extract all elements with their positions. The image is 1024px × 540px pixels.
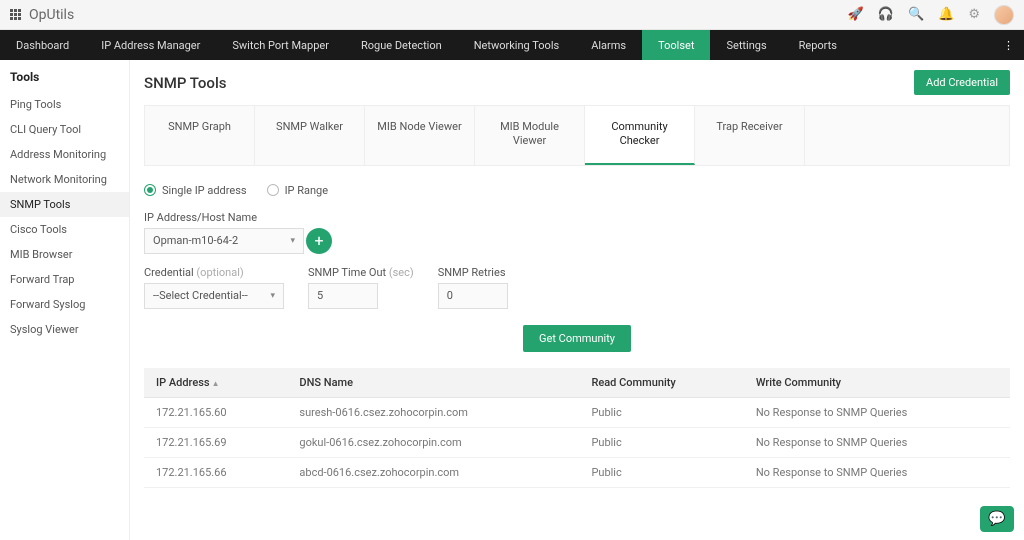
get-community-button[interactable]: Get Community bbox=[523, 325, 631, 352]
page-title: SNMP Tools bbox=[144, 74, 226, 92]
cell-ip: 172.21.165.69 bbox=[144, 427, 287, 457]
nav-item-toolset[interactable]: Toolset bbox=[642, 30, 710, 60]
nav-item-networking-tools[interactable]: Networking Tools bbox=[458, 30, 576, 60]
cell-dns: gokul-0616.csez.zohocorpin.com bbox=[287, 427, 579, 457]
ip-address-value: Opman-m10-64-2 bbox=[153, 234, 238, 247]
search-icon[interactable]: 🔍 bbox=[908, 7, 924, 22]
gear-icon[interactable]: ⚙ bbox=[968, 7, 980, 22]
sidebar-item-forward-syslog[interactable]: Forward Syslog bbox=[0, 292, 129, 317]
table-row[interactable]: 172.21.165.60suresh-0616.csez.zohocorpin… bbox=[144, 397, 1010, 427]
navbar: DashboardIP Address ManagerSwitch Port M… bbox=[0, 30, 1024, 60]
table-row[interactable]: 172.21.165.66abcd-0616.csez.zohocorpin.c… bbox=[144, 457, 1010, 487]
credential-label: Credential (optional) bbox=[144, 266, 284, 279]
chat-icon[interactable]: 💬 bbox=[980, 506, 1014, 532]
timeout-label: SNMP Time Out (sec) bbox=[308, 266, 414, 279]
retries-label: SNMP Retries bbox=[438, 266, 508, 279]
timeout-input[interactable]: 5 bbox=[308, 283, 378, 309]
nav-item-alarms[interactable]: Alarms bbox=[575, 30, 642, 60]
sidebar-item-address-monitoring[interactable]: Address Monitoring bbox=[0, 142, 129, 167]
nav-item-dashboard[interactable]: Dashboard bbox=[0, 30, 85, 60]
sidebar-item-ping-tools[interactable]: Ping Tools bbox=[0, 92, 129, 117]
bell-icon[interactable]: 🔔 bbox=[938, 7, 954, 22]
sidebar-item-syslog-viewer[interactable]: Syslog Viewer bbox=[0, 317, 129, 342]
table-row[interactable]: 172.21.165.69gokul-0616.csez.zohocorpin.… bbox=[144, 427, 1010, 457]
tab-snmp-graph[interactable]: SNMP Graph bbox=[145, 106, 255, 165]
cell-ip: 172.21.165.60 bbox=[144, 397, 287, 427]
sidebar-item-cisco-tools[interactable]: Cisco Tools bbox=[0, 217, 129, 242]
nav-item-ip-address-manager[interactable]: IP Address Manager bbox=[85, 30, 216, 60]
chevron-down-icon: ▾ bbox=[270, 291, 275, 301]
cell-read: Public bbox=[579, 427, 743, 457]
sidebar-item-network-monitoring[interactable]: Network Monitoring bbox=[0, 167, 129, 192]
credential-select[interactable]: --Select Credential-- ▾ bbox=[144, 283, 284, 309]
radio-dot-icon bbox=[267, 184, 279, 196]
ip-address-select[interactable]: Opman-m10-64-2 ▾ bbox=[144, 228, 304, 254]
nav-item-reports[interactable]: Reports bbox=[783, 30, 853, 60]
tabs: SNMP GraphSNMP WalkerMIB Node ViewerMIB … bbox=[144, 105, 1010, 166]
cell-read: Public bbox=[579, 457, 743, 487]
nav-item-settings[interactable]: Settings bbox=[710, 30, 782, 60]
cell-dns: suresh-0616.csez.zohocorpin.com bbox=[287, 397, 579, 427]
cell-write: No Response to SNMP Queries bbox=[744, 397, 1010, 427]
col-write[interactable]: Write Community bbox=[744, 368, 1010, 398]
col-dns[interactable]: DNS Name bbox=[287, 368, 579, 398]
rocket-icon[interactable]: 🚀 bbox=[848, 7, 864, 22]
tab-snmp-walker[interactable]: SNMP Walker bbox=[255, 106, 365, 165]
apps-grid-icon[interactable] bbox=[10, 9, 21, 20]
radio-dot-icon bbox=[144, 184, 156, 196]
radio-ip-range[interactable]: IP Range bbox=[267, 184, 329, 197]
credential-value: --Select Credential-- bbox=[153, 289, 248, 302]
add-ip-button[interactable]: + bbox=[306, 228, 332, 254]
sidebar: Tools Ping ToolsCLI Query ToolAddress Mo… bbox=[0, 60, 130, 540]
tab-trap-receiver[interactable]: Trap Receiver bbox=[695, 106, 805, 165]
main: SNMP Tools Add Credential SNMP GraphSNMP… bbox=[130, 60, 1024, 540]
radio-single-label: Single IP address bbox=[162, 184, 247, 197]
topbar: OpUtils 🚀 🎧 🔍 🔔 ⚙ bbox=[0, 0, 1024, 30]
cell-read: Public bbox=[579, 397, 743, 427]
ip-label: IP Address/Host Name bbox=[144, 211, 1010, 224]
radio-range-label: IP Range bbox=[285, 184, 329, 197]
tab-mib-module-viewer[interactable]: MIB Module Viewer bbox=[475, 106, 585, 165]
sort-icon: ▲ bbox=[212, 379, 220, 388]
tab-mib-node-viewer[interactable]: MIB Node Viewer bbox=[365, 106, 475, 165]
brand: OpUtils bbox=[29, 7, 74, 23]
chevron-down-icon: ▾ bbox=[290, 236, 295, 246]
cell-write: No Response to SNMP Queries bbox=[744, 457, 1010, 487]
cell-dns: abcd-0616.csez.zohocorpin.com bbox=[287, 457, 579, 487]
nav-item-switch-port-mapper[interactable]: Switch Port Mapper bbox=[216, 30, 345, 60]
results-table: IP Address▲ DNS Name Read Community Writ… bbox=[144, 368, 1010, 488]
add-credential-button[interactable]: Add Credential bbox=[914, 70, 1010, 95]
sidebar-title: Tools bbox=[0, 70, 129, 92]
cell-ip: 172.21.165.66 bbox=[144, 457, 287, 487]
sidebar-item-cli-query-tool[interactable]: CLI Query Tool bbox=[0, 117, 129, 142]
radio-single-ip[interactable]: Single IP address bbox=[144, 184, 247, 197]
headset-icon[interactable]: 🎧 bbox=[878, 7, 894, 22]
sidebar-item-mib-browser[interactable]: MIB Browser bbox=[0, 242, 129, 267]
avatar[interactable] bbox=[994, 5, 1014, 25]
col-read[interactable]: Read Community bbox=[579, 368, 743, 398]
sidebar-item-forward-trap[interactable]: Forward Trap bbox=[0, 267, 129, 292]
col-ip[interactable]: IP Address▲ bbox=[144, 368, 287, 398]
retries-input[interactable]: 0 bbox=[438, 283, 508, 309]
cell-write: No Response to SNMP Queries bbox=[744, 427, 1010, 457]
nav-item-rogue-detection[interactable]: Rogue Detection bbox=[345, 30, 458, 60]
nav-more-icon[interactable]: ⋮ bbox=[993, 30, 1024, 60]
sidebar-item-snmp-tools[interactable]: SNMP Tools bbox=[0, 192, 129, 217]
tab-community-checker[interactable]: Community Checker bbox=[585, 106, 695, 165]
